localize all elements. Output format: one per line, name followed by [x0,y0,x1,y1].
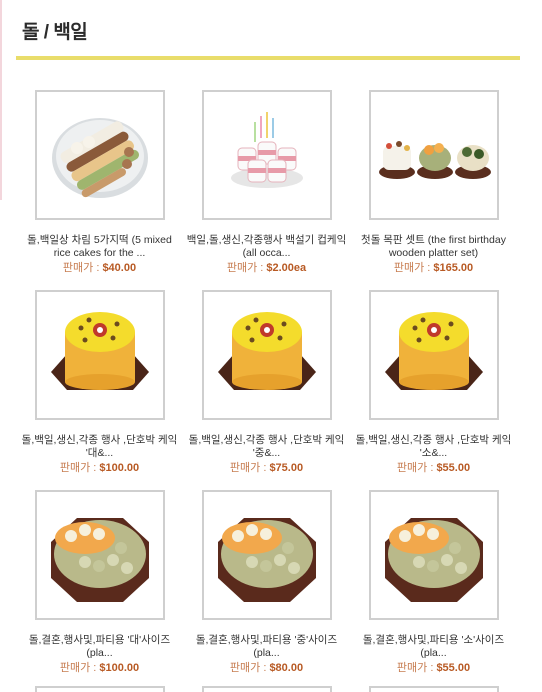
product-card[interactable]: 돌,결혼,행사및,파티용 '중'사이즈 (pla... 판매가 : $80.00 [183,490,350,690]
product-card-partial[interactable] [350,686,517,692]
product-name[interactable]: 돌,백일,생신,각종 행사 ,단호박 케익 '대&... [20,434,180,460]
product-grid: 돌,백일상 차림 5가지떡 (5 mixed rice cakes for th… [16,90,526,690]
product-card[interactable]: 돌,백일상 차림 5가지떡 (5 mixed rice cakes for th… [16,90,183,290]
product-card[interactable]: 첫돌 목판 셋트 (the first birthday wooden plat… [350,90,517,290]
product-price: 판매가 : $80.00 [230,661,303,675]
product-card[interactable]: 돌,백일,생신,각종 행사 ,단호박 케익 '중&... 판매가 : $75.0… [183,290,350,490]
page-header: 돌 / 백일 [16,20,522,60]
next-row-partial [16,686,526,692]
price-value: $2.00ea [266,262,307,274]
product-name[interactable]: 돌,결혼,행사및,파티용 '소'사이즈 (pla... [354,634,514,660]
price-label: 판매가 : [229,662,270,674]
product-card[interactable]: 백일,돌,생신,각종행사 백설기 컵케익 (all occa... 판매가 : … [183,90,350,290]
price-value: $40.00 [102,262,137,274]
product-name[interactable]: 첫돌 목판 셋트 (the first birthday wooden plat… [354,234,514,260]
product-price: 판매가 : $2.00ea [227,261,306,275]
product-image-pumpkin-cake[interactable] [201,290,332,420]
product-name[interactable]: 돌,백일,생신,각종 행사 ,단호박 케익 '소&... [354,434,514,460]
product-image-cup-cakes[interactable] [201,90,332,220]
product-row: 돌,백일,생신,각종 행사 ,단호박 케익 '대&... 판매가 : $100.… [16,290,526,490]
product-name[interactable]: 돌,백일,생신,각종 행사 ,단호박 케익 '중&... [187,434,347,460]
product-name[interactable]: 백일,돌,생신,각종행사 백설기 컵케익 (all occa... [187,234,347,260]
product-card[interactable]: 돌,결혼,행사및,파티용 '소'사이즈 (pla... 판매가 : $55.00 [350,490,517,690]
price-value: $55.00 [436,662,471,674]
product-row: 돌,백일상 차림 5가지떡 (5 mixed rice cakes for th… [16,90,526,290]
price-label: 판매가 : [229,462,270,474]
product-image-partial[interactable] [34,686,165,692]
product-row: 돌,결혼,행사및,파티용 '대'사이즈 (pla... 판매가 : $100.0… [16,490,526,690]
product-name[interactable]: 돌,결혼,행사및,파티용 '중'사이즈 (pla... [187,634,347,660]
product-price: 판매가 : $55.00 [397,461,470,475]
octagon-platter-image [384,518,483,602]
price-value: $165.00 [433,262,474,274]
price-value: $100.00 [99,462,140,474]
left-edge-accent [0,0,2,200]
page-title: 돌 / 백일 [22,22,88,43]
product-price: 판매가 : $100.00 [60,661,139,675]
product-card[interactable]: 돌,백일,생신,각종 행사 ,단호박 케익 '대&... 판매가 : $100.… [16,290,183,490]
product-image-octagon-platter[interactable] [201,490,332,620]
product-price: 판매가 : $55.00 [397,661,470,675]
product-price: 판매가 : $75.00 [230,461,303,475]
price-label: 판매가 : [396,662,437,674]
price-label: 판매가 : [396,462,437,474]
product-name[interactable]: 돌,백일상 차림 5가지떡 (5 mixed rice cakes for th… [20,234,180,260]
price-label: 판매가 : [59,662,100,674]
product-card-partial[interactable] [16,686,183,692]
price-label: 판매가 : [59,462,100,474]
pumpkin-cake-image [384,312,483,390]
price-label: 판매가 : [62,262,103,274]
price-value: $100.00 [99,662,140,674]
product-name[interactable]: 돌,결혼,행사및,파티용 '대'사이즈 (pla... [20,634,180,660]
pumpkin-cake-image [217,312,316,390]
product-image-partial[interactable] [368,686,499,692]
product-image-pumpkin-cake[interactable] [368,290,499,420]
price-value: $80.00 [269,662,304,674]
product-price: 판매가 : $100.00 [60,461,139,475]
price-label: 판매가 : [226,262,267,274]
product-card[interactable]: 돌,결혼,행사및,파티용 '대'사이즈 (pla... 판매가 : $100.0… [16,490,183,690]
product-image-octagon-platter[interactable] [368,490,499,620]
product-image-wooden-platter-set[interactable] [368,90,499,220]
product-card[interactable]: 돌,백일,생신,각종 행사 ,단호박 케익 '소&... 판매가 : $55.0… [350,290,517,490]
product-image-pumpkin-cake[interactable] [34,290,165,420]
octagon-platter-image [217,518,316,602]
product-image-rice-cake-platter[interactable] [34,90,165,220]
price-label: 판매가 : [393,262,434,274]
cup-cakes-image [230,112,303,188]
price-value: $55.00 [436,462,471,474]
product-price: 판매가 : $40.00 [63,261,136,275]
tiered-platter-image [51,118,148,198]
wooden-platter-set-image [378,141,491,179]
pumpkin-cake-image [50,312,149,390]
product-price: 판매가 : $165.00 [394,261,473,275]
title-underline [16,56,520,60]
octagon-platter-image [50,518,149,602]
price-value: $75.00 [269,462,304,474]
product-image-octagon-platter[interactable] [34,490,165,620]
product-card-partial[interactable] [183,686,350,692]
product-image-partial[interactable] [201,686,332,692]
